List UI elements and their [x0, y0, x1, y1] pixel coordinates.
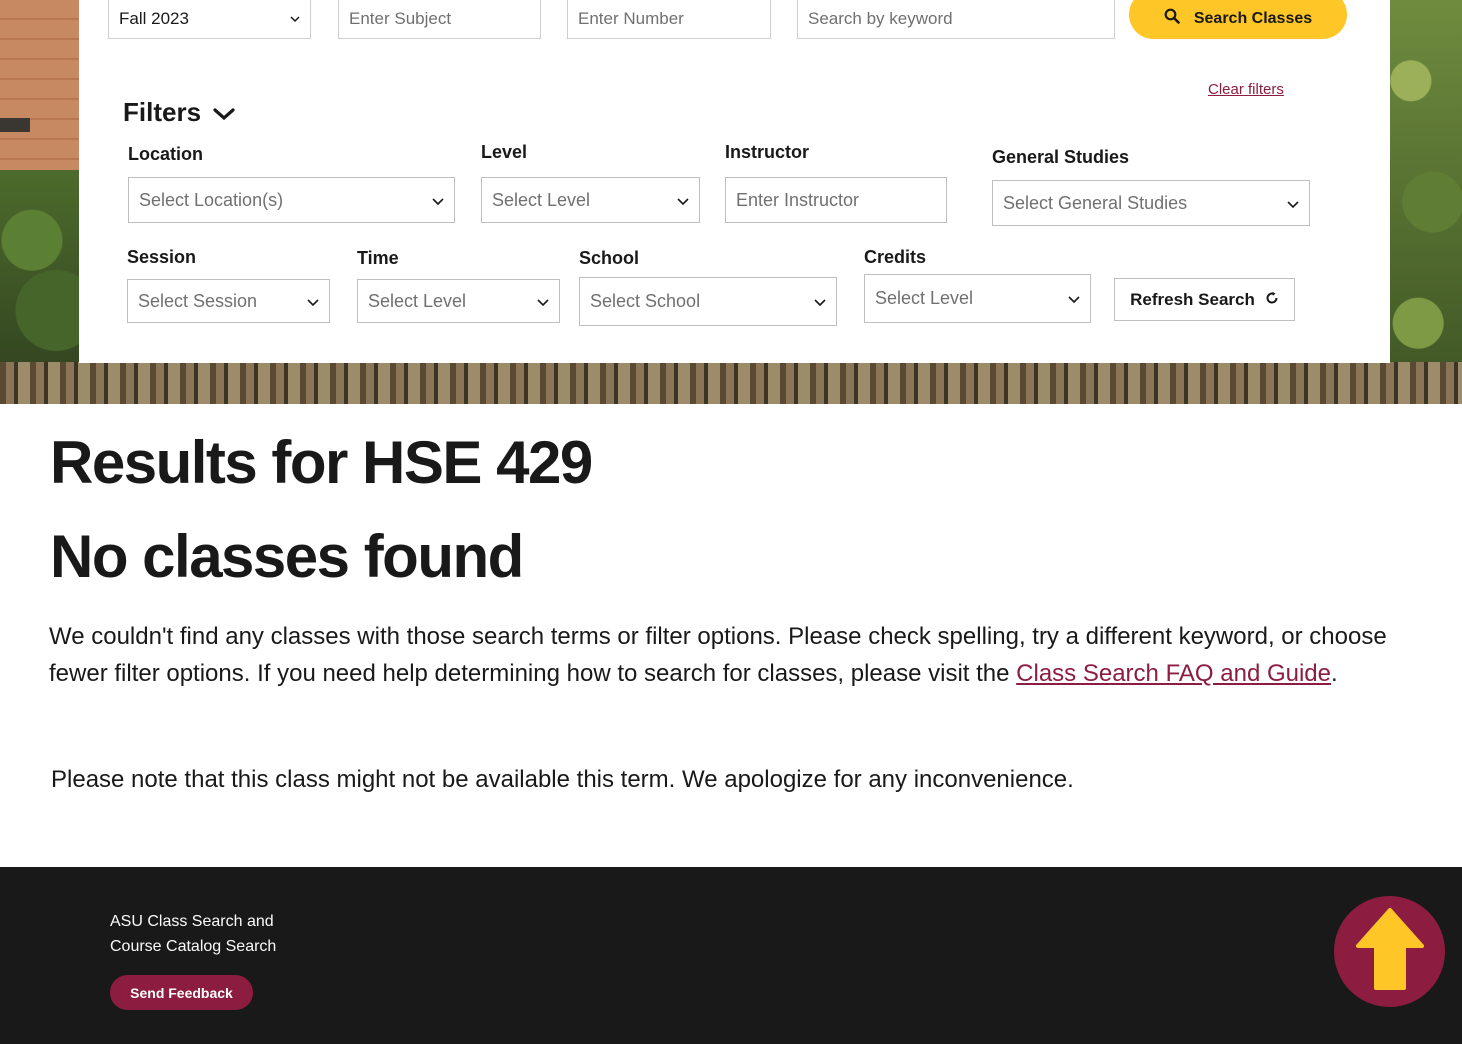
clear-filters-link[interactable]: Clear filters — [1208, 81, 1284, 98]
chevron-down-icon — [307, 291, 319, 312]
chevron-down-icon — [290, 14, 300, 24]
palm-walkway-image — [0, 362, 1462, 404]
refresh-icon — [1265, 290, 1279, 310]
number-input[interactable]: Enter Number — [567, 0, 771, 39]
chevron-down-icon — [1068, 288, 1080, 309]
footer-title: ASU Class Search and Course Catalog Sear… — [110, 909, 310, 959]
trees-right-image — [1389, 0, 1462, 404]
message-period: . — [1331, 660, 1338, 687]
school-select-value: Select School — [590, 291, 701, 311]
search-classes-button[interactable]: Search Classes — [1129, 0, 1347, 39]
footer: ASU Class Search and Course Catalog Sear… — [0, 867, 1462, 1044]
refresh-search-label: Refresh Search — [1130, 289, 1255, 309]
term-select[interactable]: Fall 2023 — [108, 0, 311, 39]
credits-label: Credits — [864, 247, 927, 267]
session-select-value: Select Session — [138, 290, 258, 311]
location-select[interactable]: Select Location(s) — [128, 177, 455, 223]
time-select[interactable]: Select Level — [357, 279, 560, 323]
chevron-down-icon — [432, 190, 444, 211]
availability-note: Please note that this class might not be… — [51, 766, 1074, 793]
search-classes-label: Search Classes — [1193, 9, 1313, 27]
general-studies-select[interactable]: Select General Studies — [992, 180, 1310, 226]
keyword-input-placeholder: Search by keyword — [808, 9, 953, 28]
results-title: Results for HSE 429 — [50, 429, 593, 496]
location-select-value: Select Location(s) — [139, 189, 284, 210]
keyword-input[interactable]: Search by keyword — [797, 0, 1115, 39]
footer-title-line1: ASU Class Search and — [110, 913, 274, 930]
general-studies-label: General Studies — [992, 147, 1130, 167]
instructor-input-placeholder: Enter Instructor — [736, 189, 860, 210]
instructor-input[interactable]: Enter Instructor — [725, 177, 947, 223]
session-label: Session — [127, 247, 197, 267]
instructor-label: Instructor — [725, 142, 810, 162]
no-classes-heading: No classes found — [50, 523, 524, 590]
term-select-value: Fall 2023 — [119, 9, 189, 28]
school-label: School — [579, 248, 640, 268]
subject-input-placeholder: Enter Subject — [349, 9, 452, 28]
search-icon — [1164, 8, 1180, 29]
arrow-up-icon — [1352, 904, 1428, 999]
building-window — [0, 118, 30, 132]
filters-toggle[interactable]: Filters — [123, 97, 235, 128]
chevron-down-icon — [1287, 193, 1299, 214]
refresh-search-button[interactable]: Refresh Search — [1114, 278, 1295, 321]
faq-guide-link[interactable]: Class Search FAQ and Guide — [1016, 660, 1331, 687]
general-studies-select-value: Select General Studies — [1003, 192, 1188, 213]
time-select-value: Select Level — [368, 290, 467, 311]
school-select[interactable]: Select School — [579, 277, 837, 326]
level-label: Level — [481, 142, 528, 162]
time-label: Time — [357, 248, 399, 268]
credits-select-value: Select Level — [875, 288, 974, 308]
chevron-down-icon — [213, 97, 235, 128]
send-feedback-button[interactable]: Send Feedback — [110, 975, 253, 1010]
subject-input[interactable]: Enter Subject — [338, 0, 541, 39]
footer-title-line2: Course Catalog Search — [110, 938, 277, 955]
no-results-message: We couldn't find any classes with those … — [49, 618, 1419, 692]
level-select[interactable]: Select Level — [481, 177, 700, 223]
back-to-top-button[interactable] — [1334, 896, 1445, 1007]
chevron-down-icon — [537, 291, 549, 312]
location-label: Location — [128, 144, 203, 164]
filters-title: Filters — [123, 97, 202, 127]
credits-select[interactable]: Select Level — [864, 274, 1091, 323]
number-input-placeholder: Enter Number — [578, 9, 684, 28]
level-select-value: Select Level — [492, 189, 591, 210]
chevron-down-icon — [814, 291, 826, 312]
chevron-down-icon — [677, 190, 689, 211]
session-select[interactable]: Select Session — [127, 279, 330, 323]
